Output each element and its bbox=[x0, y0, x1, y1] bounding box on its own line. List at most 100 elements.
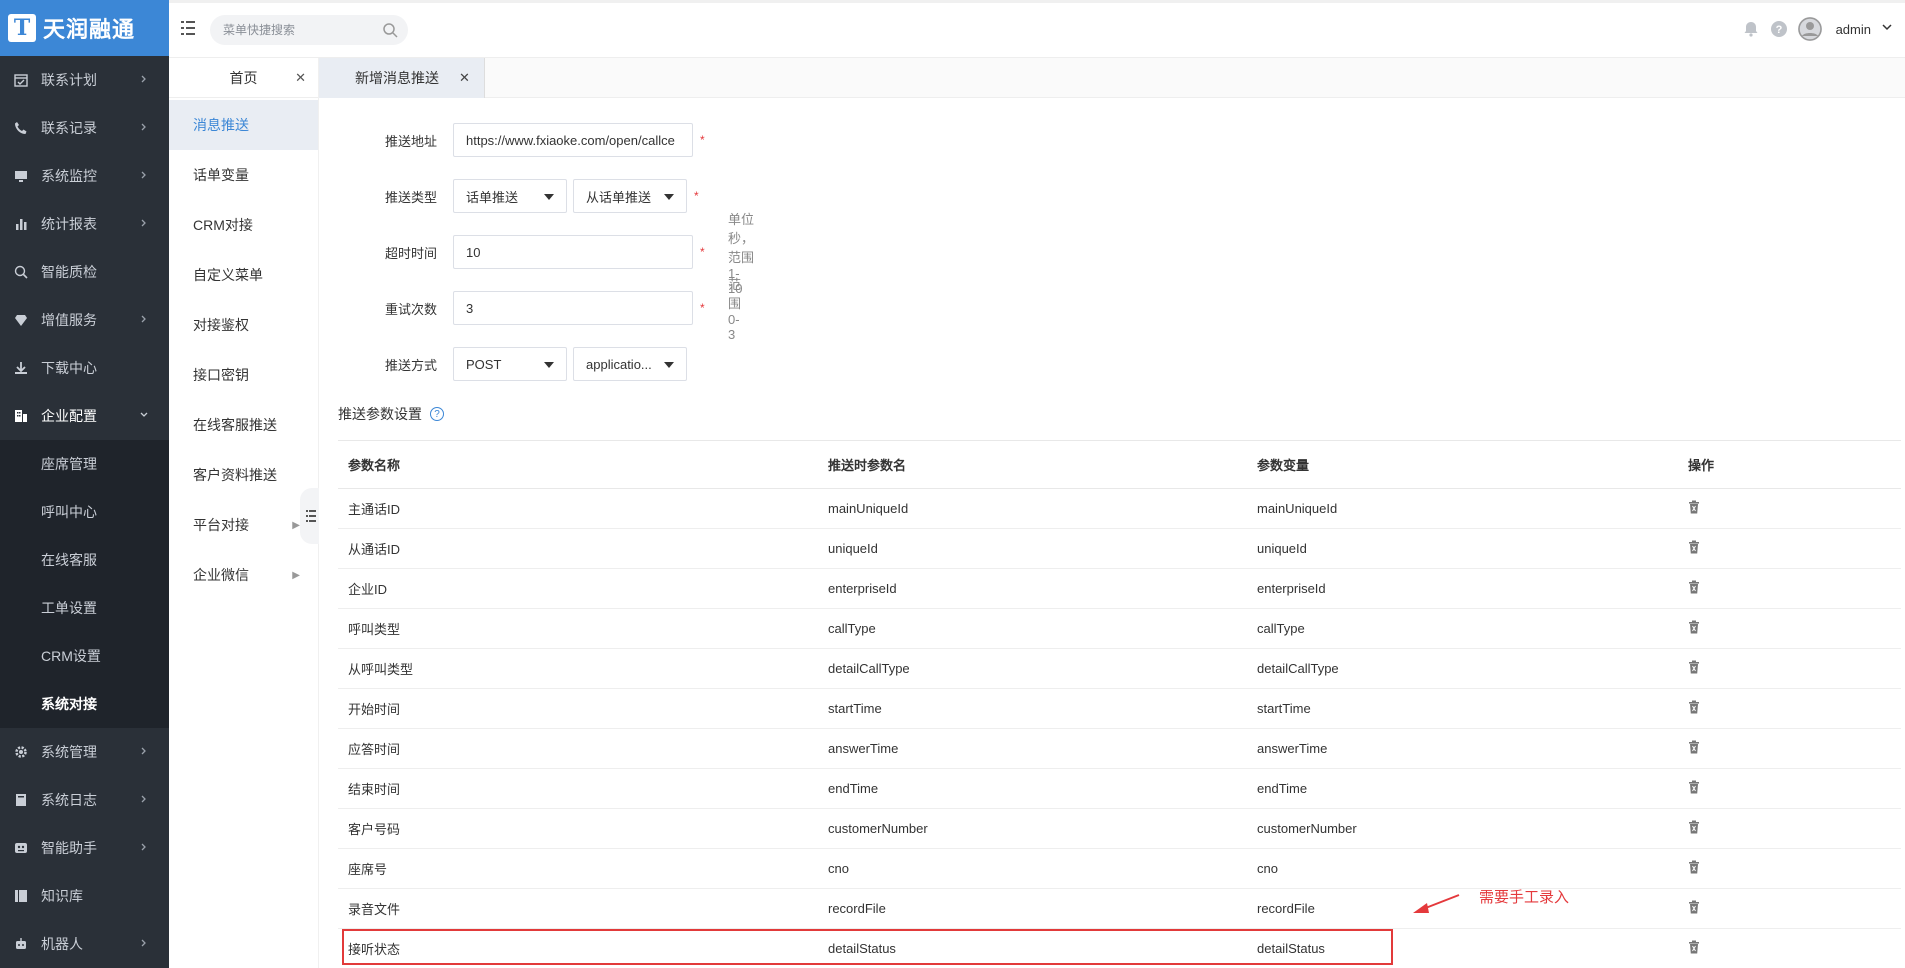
cell-param-name: 应答时间 bbox=[348, 742, 401, 757]
table-row: 录音文件 recordFile recordFile bbox=[338, 889, 1901, 929]
sidebar-subitem-2[interactable]: 在线客服 bbox=[0, 536, 169, 584]
caret-down-icon bbox=[664, 362, 674, 368]
trash-icon[interactable] bbox=[1688, 780, 1702, 794]
cell-push-param-name: endTime bbox=[828, 781, 879, 796]
cell-param-name: 从通话ID bbox=[348, 542, 401, 557]
push-type-value: 话单推送 bbox=[466, 189, 519, 205]
sidebar-subitem-5[interactable]: 系统对接 bbox=[0, 680, 169, 728]
submenu-item-0[interactable]: 消息推送 bbox=[169, 100, 318, 150]
sidebar-item-label: 系统监控 bbox=[41, 168, 97, 184]
sidebar-item-top-7[interactable]: 企业配置 bbox=[0, 392, 169, 440]
submenu-item-label: CRM对接 bbox=[193, 217, 253, 233]
retry-input[interactable] bbox=[466, 300, 692, 316]
sidebar-nav: 联系计划 联系记录系统监控统计报表智能质检 增值服务下载中心企业配置 bbox=[0, 56, 169, 440]
trash-icon[interactable] bbox=[1688, 940, 1702, 954]
user-name[interactable]: admin bbox=[1836, 22, 1871, 37]
submenu-item-1[interactable]: 话单变量 bbox=[169, 150, 318, 200]
trash-icon[interactable] bbox=[1688, 820, 1702, 834]
submenu-item-5[interactable]: 接口密钥 bbox=[169, 350, 318, 400]
chevron-right-icon bbox=[139, 169, 149, 183]
submenu-item-7[interactable]: 客户资料推送 bbox=[169, 450, 318, 500]
search-icon[interactable] bbox=[382, 22, 398, 38]
sidebar-item-top-0[interactable]: 联系计划 bbox=[0, 56, 169, 104]
sidebar-subitem-4[interactable]: CRM设置 bbox=[0, 632, 169, 680]
calendar-check-icon bbox=[12, 71, 30, 89]
sidebar-item-bottom-1[interactable]: 系统日志 bbox=[0, 776, 169, 824]
chevron-right-icon bbox=[139, 937, 149, 951]
submenu-item-8[interactable]: 平台对接 ▶ bbox=[169, 500, 318, 550]
sidebar-item-label: 系统管理 bbox=[41, 744, 97, 760]
chevron-right-icon bbox=[139, 121, 149, 135]
chevron-right-icon bbox=[139, 745, 149, 759]
sidebar-item-label: 统计报表 bbox=[41, 216, 97, 232]
bell-icon[interactable] bbox=[1742, 20, 1760, 38]
menu-toggle-icon[interactable] bbox=[181, 20, 195, 38]
sidebar-item-bottom-3[interactable]: 知识库 bbox=[0, 872, 169, 920]
sidebar-subitem-0[interactable]: 座席管理 bbox=[0, 440, 169, 488]
tab-label: 新增消息推送 bbox=[355, 70, 439, 86]
brand-name: 天润融通 bbox=[43, 17, 136, 42]
submenu-item-label: 企业微信 bbox=[193, 567, 249, 583]
sidebar-item-bottom-2[interactable]: 智能助手 bbox=[0, 824, 169, 872]
sidebar-item-bottom-0[interactable]: 系统管理 bbox=[0, 728, 169, 776]
submenu-item-9[interactable]: 企业微信 ▶ bbox=[169, 550, 318, 600]
trash-icon[interactable] bbox=[1688, 660, 1702, 674]
retry-field bbox=[453, 291, 693, 325]
submenu-item-6[interactable]: 在线客服推送 bbox=[169, 400, 318, 450]
trash-icon[interactable] bbox=[1688, 500, 1702, 514]
params-section-title: 推送参数设置 ? bbox=[338, 404, 444, 424]
push-type-select[interactable]: 话单推送 bbox=[453, 179, 567, 213]
tab-home-label: 首页 bbox=[229, 69, 258, 86]
question-icon[interactable]: ? bbox=[430, 407, 444, 421]
brand-logo[interactable]: T 天润融通 bbox=[0, 0, 169, 56]
trash-icon[interactable] bbox=[1688, 620, 1702, 634]
table-row: 结束时间 endTime endTime bbox=[338, 769, 1901, 809]
sidebar-item-top-4[interactable]: 智能质检 bbox=[0, 248, 169, 296]
table-row: 主通话ID mainUniqueId mainUniqueId bbox=[338, 489, 1901, 529]
cell-param-name: 开始时间 bbox=[348, 702, 401, 717]
close-icon[interactable]: ✕ bbox=[295, 70, 306, 86]
method-select[interactable]: POST bbox=[453, 347, 567, 381]
user-avatar[interactable] bbox=[1797, 17, 1822, 41]
table-row: 呼叫类型 callType callType bbox=[338, 609, 1901, 649]
col-actions: 操作 bbox=[1688, 458, 1715, 473]
help-circle-icon[interactable]: ? bbox=[1770, 20, 1788, 38]
menu-search-input[interactable] bbox=[210, 15, 370, 45]
sidebar-subitem-1[interactable]: 呼叫中心 bbox=[0, 488, 169, 536]
trash-icon[interactable] bbox=[1688, 700, 1702, 714]
sidebar-item-top-6[interactable]: 下载中心 bbox=[0, 344, 169, 392]
submenu-item-3[interactable]: 自定义菜单 bbox=[169, 250, 318, 300]
robot-face-icon bbox=[12, 839, 30, 857]
submenu-item-2[interactable]: CRM对接 bbox=[169, 200, 318, 250]
submenu-item-4[interactable]: 对接鉴权 bbox=[169, 300, 318, 350]
sidebar-item-top-3[interactable]: 统计报表 bbox=[0, 200, 169, 248]
cell-param-variable: startTime bbox=[1257, 701, 1311, 716]
url-input[interactable] bbox=[466, 132, 692, 148]
tab-home[interactable]: 首页 ✕ bbox=[169, 58, 318, 98]
cell-param-name: 呼叫类型 bbox=[348, 622, 401, 637]
sidebar-item-bottom-4[interactable]: 机器人 bbox=[0, 920, 169, 968]
close-icon[interactable]: ✕ bbox=[459, 70, 470, 86]
sidebar-subitem-3[interactable]: 工单设置 bbox=[0, 584, 169, 632]
cell-param-name: 从呼叫类型 bbox=[348, 662, 414, 677]
trash-icon[interactable] bbox=[1688, 580, 1702, 594]
table-row: 座席号 cno cno bbox=[338, 849, 1901, 889]
caret-down-icon bbox=[544, 362, 554, 368]
table-body: 主通话ID mainUniqueId mainUniqueId 从通话ID unique… bbox=[338, 489, 1901, 968]
sidebar-item-top-1[interactable]: 联系记录 bbox=[0, 104, 169, 152]
tab-new-message-push[interactable]: 新增消息推送 ✕ bbox=[319, 58, 485, 98]
cell-push-param-name: cno bbox=[828, 861, 849, 876]
table-row: 开始时间 startTime startTime bbox=[338, 689, 1901, 729]
trash-icon[interactable] bbox=[1688, 540, 1702, 554]
trash-icon[interactable] bbox=[1688, 740, 1702, 754]
trash-icon[interactable] bbox=[1688, 900, 1702, 914]
sidebar-item-top-2[interactable]: 系统监控 bbox=[0, 152, 169, 200]
cell-param-variable: uniqueId bbox=[1257, 541, 1307, 556]
sidebar-item-label: 下载中心 bbox=[41, 360, 97, 376]
timeout-input[interactable] bbox=[466, 244, 692, 260]
chevron-down-icon[interactable] bbox=[1881, 20, 1893, 38]
trash-icon[interactable] bbox=[1688, 860, 1702, 874]
content-type-select[interactable]: applicatio... bbox=[573, 347, 687, 381]
push-subtype-select[interactable]: 从话单推送 bbox=[573, 179, 687, 213]
sidebar-item-top-5[interactable]: 增值服务 bbox=[0, 296, 169, 344]
